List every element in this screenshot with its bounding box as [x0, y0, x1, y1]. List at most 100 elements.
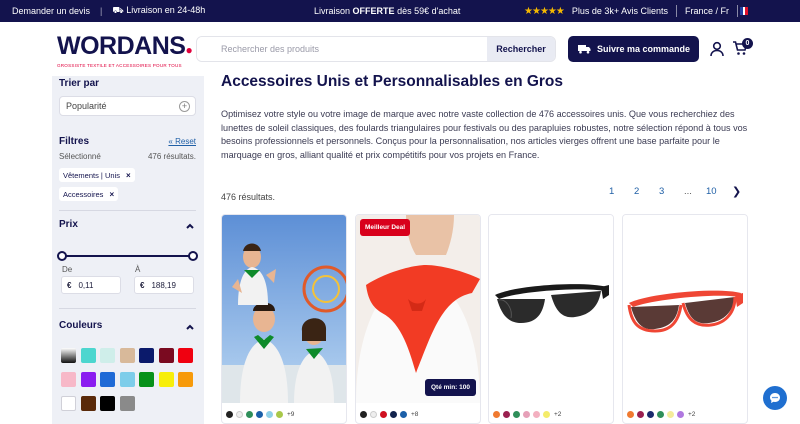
color-dot[interactable] — [236, 411, 243, 418]
search-button[interactable]: Rechercher — [487, 37, 555, 61]
locale-selector[interactable]: France / Fr — [685, 6, 729, 16]
color-dot[interactable] — [647, 411, 654, 418]
logo[interactable]: WORDANS● GROSSISTE TEXTILE ET ACCESSOIRE… — [57, 34, 193, 69]
product-image[interactable] — [222, 215, 346, 403]
color-dot[interactable] — [276, 411, 283, 418]
divider — [737, 5, 738, 17]
color-swatch[interactable] — [119, 348, 135, 363]
divider — [675, 5, 677, 17]
color-dot[interactable] — [226, 411, 233, 418]
product-color-options: +9 — [226, 411, 294, 418]
product-card[interactable]: +2 — [488, 214, 614, 424]
product-card[interactable]: +9 — [221, 214, 347, 424]
logo-tagline: GROSSISTE TEXTILE ET ACCESSOIRES POUR TO… — [57, 63, 182, 68]
search-bar: Rechercher — [196, 36, 556, 62]
color-swatch[interactable] — [61, 348, 76, 363]
color-dot[interactable] — [533, 411, 540, 418]
color-swatch[interactable] — [80, 372, 96, 387]
reset-filters-link[interactable]: « Reset — [168, 137, 196, 146]
more-colors-count: +9 — [287, 411, 295, 418]
search-input[interactable] — [197, 37, 487, 61]
sort-select[interactable]: Popularité + — [59, 96, 196, 116]
color-dot[interactable] — [380, 411, 387, 418]
product-card[interactable]: +2 — [622, 214, 748, 424]
product-image[interactable] — [489, 215, 613, 403]
color-swatch[interactable] — [139, 372, 154, 387]
selected-summary: Sélectionné 476 résultats. — [59, 152, 196, 161]
color-dot[interactable] — [370, 411, 377, 418]
track-order-button[interactable]: Suivre ma commande — [568, 36, 699, 62]
price-min-input[interactable]: €0,11 — [61, 276, 121, 294]
star-rating-icon: ★★★★★ — [524, 5, 565, 17]
filter-chip: Vêtements | Unis × — [59, 168, 135, 182]
chevron-up-icon[interactable] — [186, 222, 194, 230]
next-page-icon[interactable]: ❯ — [732, 185, 741, 198]
divider — [59, 308, 196, 309]
color-swatch[interactable] — [158, 372, 174, 387]
price-from-label: De — [62, 265, 73, 274]
user-account-icon[interactable] — [710, 41, 724, 57]
page-ellipsis: ... — [684, 186, 692, 197]
color-dot[interactable] — [256, 411, 263, 418]
divider — [59, 210, 196, 211]
color-dot[interactable] — [360, 411, 367, 418]
page-link-10[interactable]: 10 — [706, 186, 717, 197]
color-swatch[interactable] — [100, 372, 115, 387]
product-image[interactable] — [623, 215, 747, 403]
product-image[interactable] — [356, 215, 480, 403]
color-dot[interactable] — [637, 411, 644, 418]
color-swatch[interactable] — [178, 372, 193, 387]
color-swatch[interactable] — [139, 348, 154, 363]
reviews-link[interactable]: Plus de 3k+ Avis Clients — [572, 6, 668, 16]
color-dot[interactable] — [677, 411, 684, 418]
page-link-3[interactable]: 3 — [659, 186, 664, 197]
chevron-up-icon[interactable] — [186, 323, 194, 331]
colors-section-toggle[interactable]: Couleurs — [59, 320, 102, 331]
color-dot[interactable] — [543, 411, 550, 418]
chat-button[interactable] — [763, 386, 787, 410]
color-dot[interactable] — [667, 411, 674, 418]
color-dot[interactable] — [523, 411, 530, 418]
color-dot[interactable] — [266, 411, 273, 418]
product-card[interactable]: Meilleur Deal Qté min: 100 +8 — [355, 214, 481, 424]
page-link-1[interactable]: 1 — [609, 186, 614, 197]
color-swatch[interactable] — [100, 348, 115, 363]
color-dot[interactable] — [503, 411, 510, 418]
color-swatch[interactable] — [80, 396, 96, 411]
truck-icon: ⛟ — [112, 5, 127, 15]
color-swatch[interactable] — [100, 396, 115, 411]
remove-filter-icon[interactable]: × — [126, 171, 131, 180]
page-link-2[interactable]: 2 — [634, 186, 639, 197]
sort-title: Trier par — [59, 78, 100, 89]
product-color-options: +2 — [627, 411, 695, 418]
color-dot[interactable] — [400, 411, 407, 418]
color-swatch[interactable] — [61, 372, 76, 387]
color-swatch[interactable] — [158, 348, 174, 363]
color-swatch[interactable] — [178, 348, 193, 363]
free-shipping-banner: Livraison OFFERTE dès 59€ d'achat — [314, 6, 461, 16]
price-section-toggle[interactable]: Prix — [59, 219, 78, 230]
price-max-handle[interactable] — [188, 251, 198, 261]
color-dot[interactable] — [493, 411, 500, 418]
color-swatch[interactable] — [119, 396, 135, 411]
color-dot[interactable] — [657, 411, 664, 418]
color-dot[interactable] — [390, 411, 397, 418]
truck-icon — [577, 45, 591, 54]
results-count: 476 résultats. — [221, 192, 276, 202]
request-quote-link[interactable]: Demander un devis — [12, 6, 90, 16]
color-swatch[interactable] — [80, 348, 96, 363]
header: WORDANS● GROSSISTE TEXTILE ET ACCESSOIRE… — [0, 22, 800, 76]
color-swatch[interactable] — [119, 372, 135, 387]
price-max-input[interactable]: €188,19 — [134, 276, 194, 294]
france-flag-icon[interactable] — [740, 7, 749, 15]
color-dot[interactable] — [627, 411, 634, 418]
best-deal-badge: Meilleur Deal — [360, 219, 411, 236]
remove-filter-icon[interactable]: × — [109, 190, 114, 199]
color-swatch[interactable] — [61, 396, 76, 411]
more-colors-count: +2 — [554, 411, 562, 418]
price-min-handle[interactable] — [57, 251, 67, 261]
color-dot[interactable] — [513, 411, 520, 418]
color-dot[interactable] — [246, 411, 253, 418]
top-bar: Demander un devis | ⛟ Livraison en 24-48… — [0, 0, 800, 22]
product-color-options: +8 — [360, 411, 418, 418]
